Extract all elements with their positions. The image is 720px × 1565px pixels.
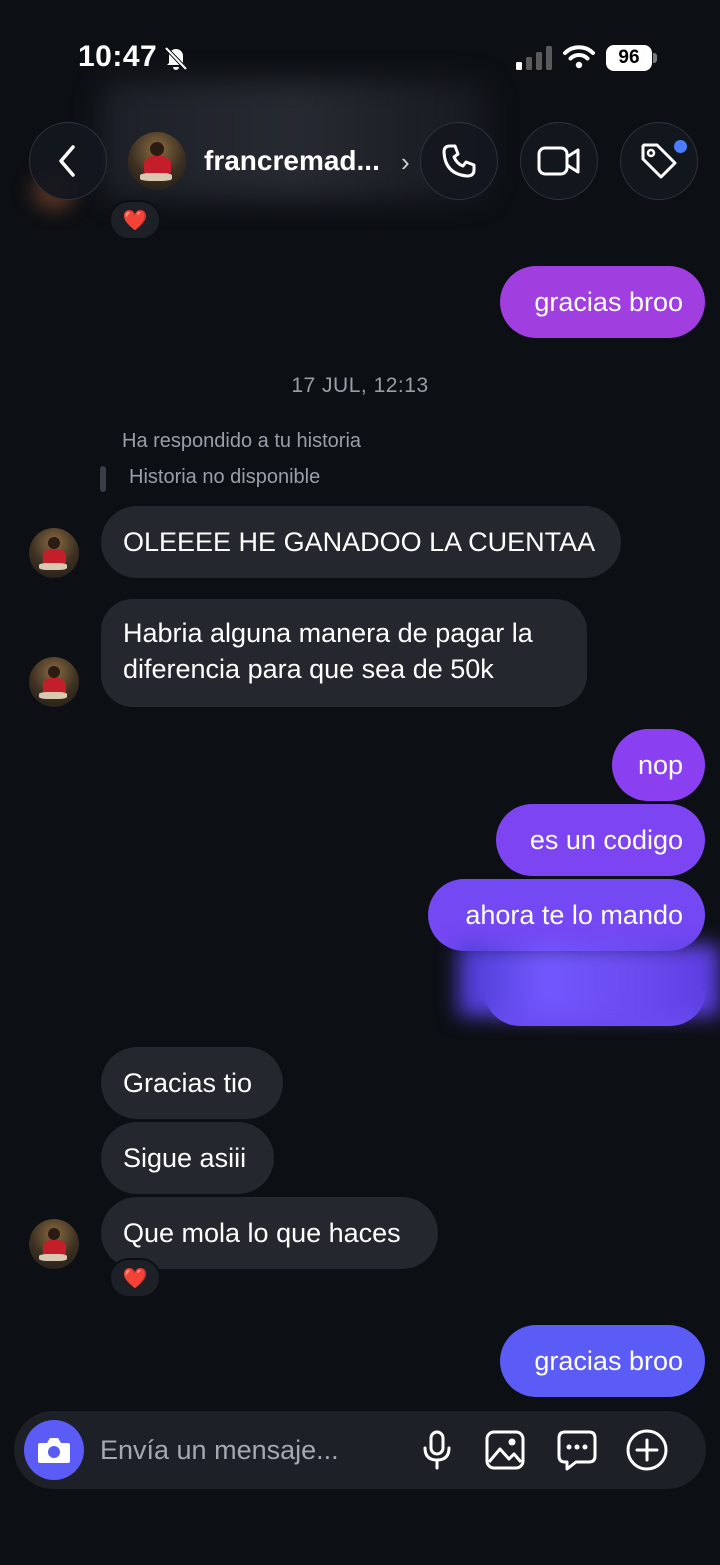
- incoming-message[interactable]: Sigue asiii: [101, 1122, 274, 1194]
- bell-off-icon: [164, 46, 188, 71]
- message-input[interactable]: [100, 1430, 400, 1470]
- image-icon: [485, 1430, 525, 1470]
- timestamp: 17 JUL, 12:13: [291, 374, 429, 397]
- reply-bar: [100, 466, 106, 492]
- plus-circle-icon: [626, 1429, 668, 1471]
- camera-icon: [38, 1438, 70, 1463]
- outgoing-message[interactable]: nop: [612, 729, 705, 801]
- chat-bubble-icon: [557, 1430, 597, 1471]
- contact-name[interactable]: francremad...: [204, 145, 380, 177]
- incoming-message[interactable]: Gracias tio: [101, 1047, 283, 1119]
- chevron-left-icon: [59, 145, 75, 177]
- outgoing-message[interactable]: gracias broo: [500, 1325, 705, 1397]
- cellular-signal-icon: [516, 46, 552, 70]
- battery-level: 96: [606, 45, 652, 71]
- more-options-button[interactable]: [625, 1428, 669, 1472]
- chevron-right-icon[interactable]: ›: [401, 147, 410, 178]
- tag-button[interactable]: [620, 122, 698, 200]
- outgoing-message[interactable]: gracias broo: [500, 266, 705, 338]
- notification-dot: [674, 140, 687, 153]
- back-button[interactable]: [29, 122, 107, 200]
- outgoing-message[interactable]: es un codigo: [496, 804, 705, 876]
- contact-avatar[interactable]: [128, 132, 186, 190]
- outgoing-message[interactable]: ahora te lo mando: [428, 879, 705, 951]
- blurred-hidden-content: [458, 944, 720, 1016]
- status-time: 10:47: [78, 40, 158, 73]
- wifi-icon: [563, 45, 595, 69]
- heart-reaction[interactable]: ❤️: [109, 200, 161, 240]
- battery-icon: 96: [606, 45, 657, 71]
- voice-call-button[interactable]: [420, 122, 498, 200]
- microphone-button[interactable]: [415, 1428, 459, 1472]
- sender-avatar[interactable]: [29, 657, 79, 707]
- incoming-message[interactable]: OLEEEE HE GANADOO LA CUENTAA: [101, 506, 621, 578]
- camera-button[interactable]: [24, 1420, 84, 1480]
- heart-reaction[interactable]: ❤️: [109, 1258, 161, 1298]
- story-reply-note: Ha respondido a tu historia: [122, 430, 362, 452]
- video-call-button[interactable]: [520, 122, 598, 200]
- gallery-button[interactable]: [483, 1428, 527, 1472]
- phone-icon: [442, 144, 476, 178]
- video-camera-icon: [537, 146, 580, 176]
- sender-avatar[interactable]: [29, 1219, 79, 1269]
- incoming-message[interactable]: Que mola lo que haces: [101, 1197, 438, 1269]
- story-unavailable-label[interactable]: Historia no disponible: [129, 466, 320, 489]
- sticker-button[interactable]: [555, 1428, 599, 1472]
- microphone-icon: [423, 1430, 451, 1470]
- sender-avatar[interactable]: [29, 528, 79, 578]
- incoming-message[interactable]: Habria alguna manera de pagar la diferen…: [101, 599, 587, 707]
